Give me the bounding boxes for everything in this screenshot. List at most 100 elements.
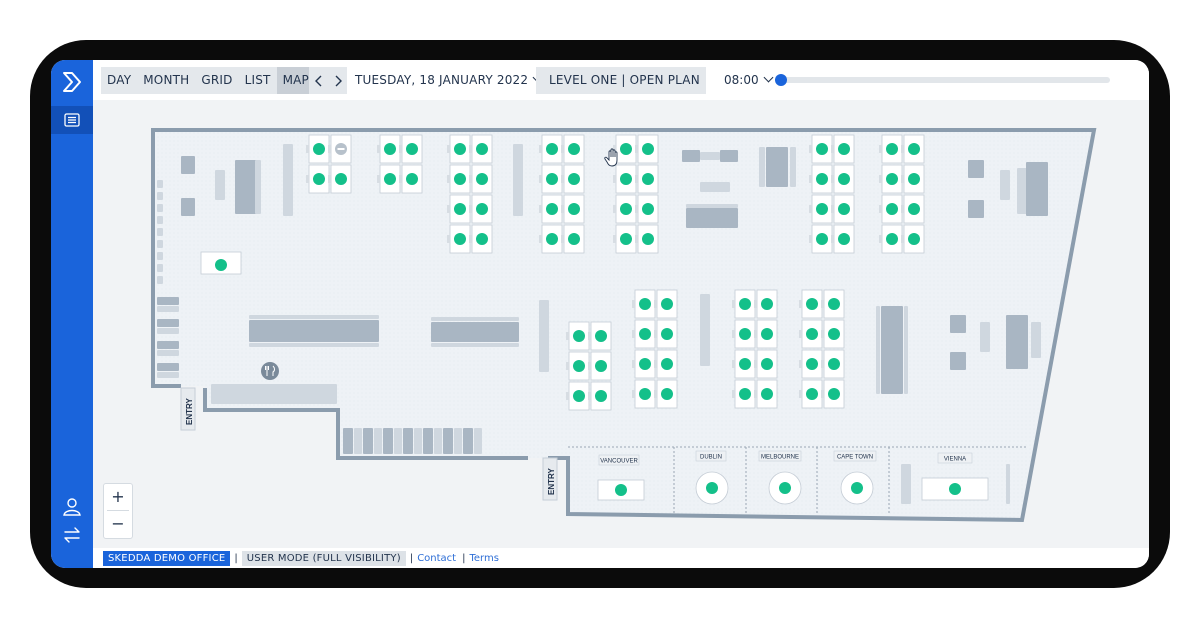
desk-marker[interactable] <box>838 203 850 215</box>
desk-marker[interactable] <box>816 173 828 185</box>
room-marker[interactable] <box>949 483 961 495</box>
room-marker[interactable] <box>779 482 791 494</box>
desk-marker[interactable] <box>739 328 751 340</box>
desk-marker[interactable] <box>739 358 751 370</box>
desk-marker[interactable] <box>546 143 558 155</box>
desk-marker[interactable] <box>454 203 466 215</box>
desk-marker[interactable] <box>546 203 558 215</box>
desk-marker[interactable] <box>816 143 828 155</box>
desk-marker[interactable] <box>620 143 632 155</box>
zoom-in-button[interactable]: + <box>104 484 132 510</box>
desk-marker[interactable] <box>568 233 580 245</box>
desk-marker[interactable] <box>908 143 920 155</box>
desk-marker[interactable] <box>886 173 898 185</box>
desk-marker[interactable] <box>476 173 488 185</box>
desk-marker[interactable] <box>761 388 773 400</box>
desk-marker[interactable] <box>476 143 488 155</box>
room-marker[interactable] <box>615 484 627 496</box>
desk-marker[interactable] <box>886 143 898 155</box>
desk-marker[interactable] <box>806 358 818 370</box>
terms-link[interactable]: Terms <box>469 553 498 564</box>
desk-marker[interactable] <box>568 143 580 155</box>
desk-marker[interactable] <box>639 328 651 340</box>
contact-link[interactable]: Contact <box>417 553 456 564</box>
desk-marker[interactable] <box>806 328 818 340</box>
desk-marker[interactable] <box>908 233 920 245</box>
desk-marker[interactable] <box>761 358 773 370</box>
time-select[interactable]: 08:00 <box>724 67 774 94</box>
desk-marker[interactable] <box>639 388 651 400</box>
desk-marker[interactable] <box>828 298 840 310</box>
desk-marker[interactable] <box>620 173 632 185</box>
desk-marker[interactable] <box>739 298 751 310</box>
desk-marker[interactable] <box>476 233 488 245</box>
desk-marker[interactable] <box>573 390 585 402</box>
desk-marker[interactable] <box>546 233 558 245</box>
tab-list[interactable]: LIST <box>239 67 277 94</box>
desk-marker[interactable] <box>335 173 347 185</box>
desk-marker[interactable] <box>595 360 607 372</box>
desk-marker[interactable] <box>886 233 898 245</box>
desk-marker[interactable] <box>406 173 418 185</box>
desk-marker[interactable] <box>806 388 818 400</box>
time-slider-thumb[interactable] <box>775 74 787 86</box>
desk-marker[interactable] <box>828 358 840 370</box>
date-picker[interactable]: TUESDAY, 18 JANUARY 2022 <box>355 67 543 94</box>
desk-marker[interactable] <box>661 388 673 400</box>
desk-marker[interactable] <box>313 173 325 185</box>
desk-marker[interactable] <box>816 233 828 245</box>
desk-marker[interactable] <box>642 173 654 185</box>
logo-icon[interactable] <box>60 70 84 94</box>
desk-marker[interactable] <box>573 360 585 372</box>
desk-marker[interactable] <box>661 358 673 370</box>
desk-marker[interactable] <box>620 203 632 215</box>
desk-marker[interactable] <box>642 203 654 215</box>
chevron-right-icon[interactable] <box>333 75 343 87</box>
desk-marker[interactable] <box>595 330 607 342</box>
tab-month[interactable]: MONTH <box>137 67 195 94</box>
swap-icon[interactable] <box>61 524 83 546</box>
desk-marker[interactable] <box>546 173 558 185</box>
desk-marker[interactable] <box>384 173 396 185</box>
user-icon[interactable] <box>61 496 83 518</box>
desk-marker[interactable] <box>761 298 773 310</box>
desk-marker[interactable] <box>454 233 466 245</box>
tab-day[interactable]: DAY <box>101 67 137 94</box>
desk-marker[interactable] <box>454 173 466 185</box>
desk-marker[interactable] <box>620 233 632 245</box>
desk-marker[interactable] <box>476 203 488 215</box>
desk-marker[interactable] <box>384 143 396 155</box>
desk-marker[interactable] <box>406 143 418 155</box>
desk-marker[interactable] <box>568 203 580 215</box>
desk-marker[interactable] <box>886 203 898 215</box>
desk-marker[interactable] <box>838 143 850 155</box>
desk-marker[interactable] <box>908 173 920 185</box>
desk-marker[interactable] <box>806 298 818 310</box>
desk-marker[interactable] <box>838 233 850 245</box>
desk-marker[interactable] <box>454 143 466 155</box>
room-marker[interactable] <box>851 482 863 494</box>
sidebar-item-list[interactable] <box>51 106 93 134</box>
desk-marker[interactable] <box>595 390 607 402</box>
time-slider-track[interactable] <box>778 77 1110 83</box>
desk-marker[interactable] <box>661 298 673 310</box>
desk-marker[interactable] <box>215 259 227 271</box>
zoom-out-button[interactable]: − <box>104 511 132 537</box>
desk-marker[interactable] <box>568 173 580 185</box>
desk-marker[interactable] <box>838 173 850 185</box>
desk-marker[interactable] <box>761 328 773 340</box>
tab-grid[interactable]: GRID <box>195 67 238 94</box>
desk-marker[interactable] <box>573 330 585 342</box>
desk-marker[interactable] <box>828 328 840 340</box>
desk-marker[interactable] <box>642 143 654 155</box>
desk-marker[interactable] <box>828 388 840 400</box>
desk-marker[interactable] <box>639 298 651 310</box>
chevron-left-icon[interactable] <box>314 75 324 87</box>
floor-select[interactable]: LEVEL ONE | OPEN PLAN <box>536 67 706 110</box>
desk-marker[interactable] <box>642 233 654 245</box>
desk-marker[interactable] <box>639 358 651 370</box>
desk-marker[interactable] <box>739 388 751 400</box>
desk-marker[interactable] <box>908 203 920 215</box>
room-marker[interactable] <box>706 482 718 494</box>
desk-marker[interactable] <box>313 143 325 155</box>
